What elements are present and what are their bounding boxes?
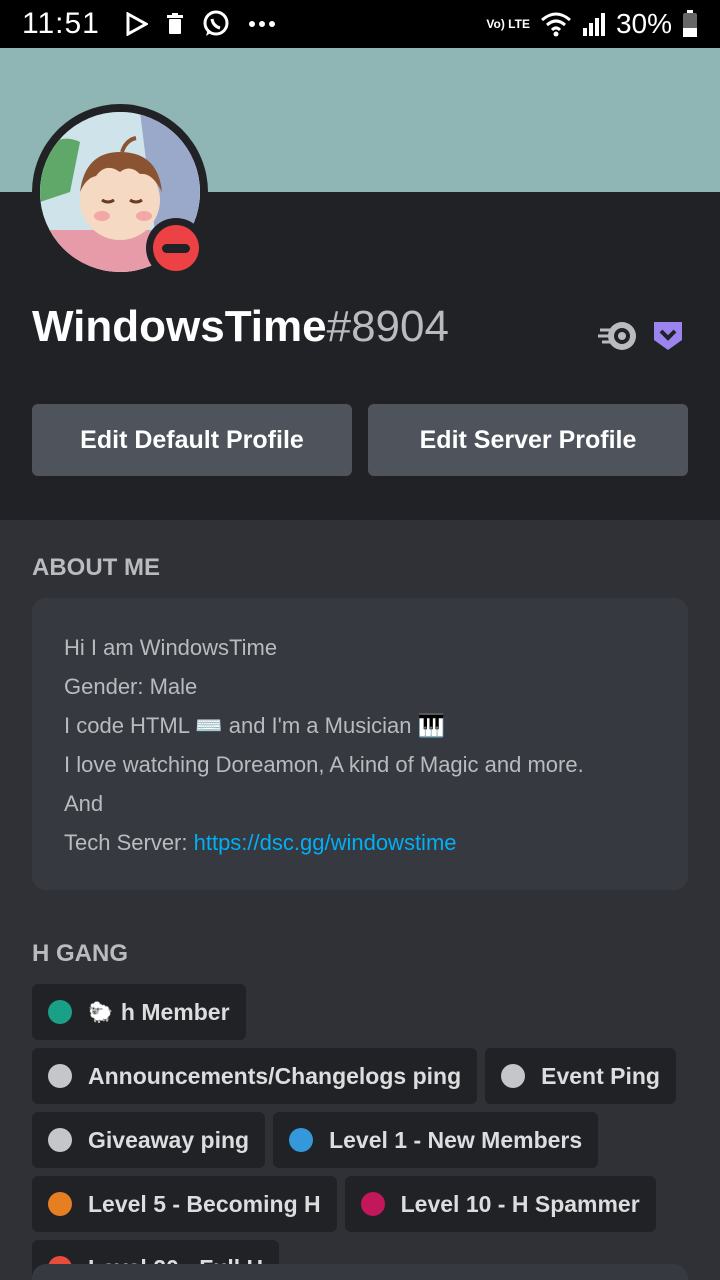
about-line: Hi I am WindowsTime — [64, 635, 278, 660]
role-chip[interactable]: Event Ping — [485, 1048, 676, 1104]
about-me-box: Hi I am WindowsTime Gender: Male I code … — [32, 598, 688, 890]
role-chip[interactable]: Level 1 - New Members — [273, 1112, 599, 1168]
server-label: Tech Server: — [64, 830, 194, 855]
more-icon — [248, 21, 275, 27]
profile-badges — [598, 320, 684, 352]
about-line: Gender: Male — [64, 674, 198, 699]
edit-server-profile-button[interactable]: Edit Server Profile — [368, 404, 688, 476]
server-name-title: H GANG — [32, 940, 128, 967]
role-emoji-icon: 🐑 — [88, 1001, 113, 1024]
role-chip[interactable]: Announcements/Changelogs ping — [32, 1048, 478, 1104]
role-name: Level 1 - New Members — [329, 1126, 583, 1153]
role-name: Event Ping — [541, 1062, 660, 1089]
role-color-dot — [48, 1000, 72, 1024]
trash-icon — [166, 13, 183, 34]
username: WindowsTime#8904 — [32, 302, 449, 352]
play-store-icon — [126, 12, 148, 36]
role-name: Announcements/Changelogs ping — [88, 1062, 462, 1089]
username-discriminator: #8904 — [326, 302, 449, 351]
role-name: h Member — [120, 998, 230, 1025]
username-name: WindowsTime — [32, 302, 327, 351]
server-invite-link[interactable]: https://dsc.gg/windowstime — [194, 830, 457, 855]
role-chip[interactable]: Level 5 - Becoming H — [32, 1176, 337, 1232]
whatsapp-icon — [203, 10, 229, 36]
hypesquad-badge-icon[interactable] — [652, 320, 684, 352]
next-section-card — [32, 1264, 688, 1280]
status-bar: 11:51 Vo) LTE 30% — [0, 0, 720, 48]
about-line: I love watching Doreamon, A kind of Magi… — [64, 752, 584, 777]
battery-icon — [683, 10, 697, 37]
role-color-dot — [360, 1192, 385, 1216]
role-chip[interactable]: Giveaway ping — [32, 1112, 266, 1168]
edit-default-profile-button[interactable]: Edit Default Profile — [32, 404, 352, 476]
nitro-badge-icon[interactable] — [598, 320, 638, 352]
about-line: And — [64, 791, 104, 816]
role-list: 🐑 h Member Announcements/Changelogs ping… — [32, 984, 692, 1280]
role-name: Level 10 - H Spammer — [400, 1190, 640, 1217]
wifi-icon — [540, 12, 571, 37]
role-name: Level 5 - Becoming H — [88, 1190, 321, 1217]
volte-icon: Vo) LTE — [486, 17, 530, 31]
notification-icons — [126, 10, 276, 38]
role-chip[interactable]: Level 10 - H Spammer — [344, 1176, 656, 1232]
role-chip[interactable]: 🐑 h Member — [32, 984, 246, 1040]
role-color-dot — [289, 1128, 314, 1152]
about-me-title: ABOUT ME — [32, 554, 160, 581]
role-name: Giveaway ping — [88, 1126, 250, 1153]
role-color-dot — [48, 1192, 72, 1216]
battery-percent: 30% — [615, 8, 672, 39]
about-line: I code HTML ⌨️ and I'm a Musician 🎹 — [64, 713, 445, 738]
status-time: 11:51 — [22, 7, 100, 40]
role-color-dot — [501, 1064, 526, 1088]
signal-icon — [582, 13, 605, 36]
dnd-status-icon — [146, 218, 206, 278]
role-color-dot — [48, 1128, 72, 1152]
about-server-line: Tech Server: https://dsc.gg/windowstime — [64, 823, 656, 862]
role-color-dot — [48, 1064, 72, 1088]
